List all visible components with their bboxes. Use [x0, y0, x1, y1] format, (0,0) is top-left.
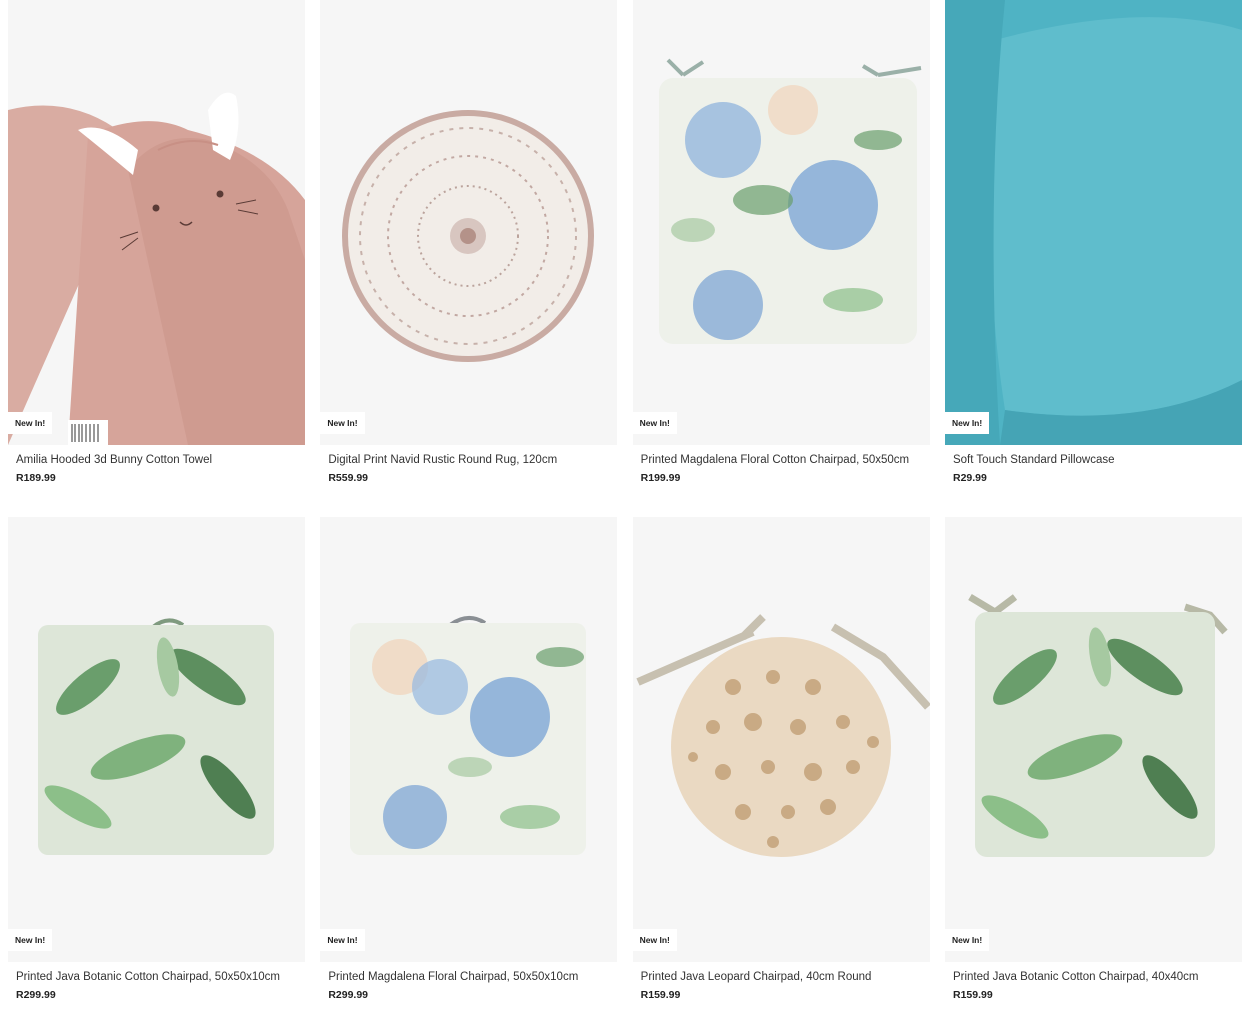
product-price: R299.99	[328, 989, 369, 1001]
product-card[interactable]: New In! Digital Print Navid Rustic Round…	[320, 0, 618, 517]
teal-pillowcase-image	[944, 0, 1242, 445]
product-price: R199.99	[640, 472, 681, 484]
product-price: R299.99	[16, 989, 56, 1001]
product-title[interactable]: Digital Print Navid Rustic Round Rug, 12…	[328, 454, 617, 466]
product-image[interactable]: New In!	[944, 0, 1242, 445]
product-title[interactable]: Printed Java Leopard Chairpad, 40cm Roun…	[641, 971, 930, 983]
product-image[interactable]: New In!	[8, 517, 305, 962]
product-card[interactable]: New In! Printed Magdalena Floral Cotton …	[632, 0, 930, 517]
round-rug-image	[320, 0, 618, 445]
product-price: R559.99	[328, 472, 369, 484]
new-in-badge: New In!	[320, 929, 365, 951]
product-price: R29.99	[952, 472, 987, 484]
product-image[interactable]: New In!	[944, 517, 1242, 962]
product-image[interactable]: New In!	[320, 0, 618, 445]
floral-chairpad-box-image	[320, 517, 618, 962]
new-in-badge: New In!	[944, 929, 990, 951]
product-card[interactable]: New In! Soft Touch Standard Pillowcase R…	[944, 0, 1242, 517]
botanic-chairpad-40-image	[944, 517, 1242, 962]
product-price: R189.99	[16, 472, 56, 484]
product-image[interactable]: New In!	[632, 0, 930, 445]
product-image[interactable]: New In!	[8, 0, 305, 445]
product-title[interactable]: Printed Magdalena Floral Chairpad, 50x50…	[328, 971, 617, 983]
product-title[interactable]: Printed Java Botanic Cotton Chairpad, 50…	[16, 971, 305, 983]
product-card[interactable]: New In! Printed Java Botanic Cotton Chai…	[8, 517, 305, 1034]
leopard-chairpad-image	[632, 517, 930, 962]
product-card[interactable]: New In! Printed Java Botanic Cotton Chai…	[944, 517, 1242, 1034]
product-title[interactable]: Printed Java Botanic Cotton Chairpad, 40…	[953, 971, 1242, 983]
product-card[interactable]: New In! Printed Magdalena Floral Chairpa…	[320, 517, 618, 1034]
product-card[interactable]: New In! Printed Java Leopard Chairpad, 4…	[632, 517, 930, 1034]
product-grid: New In! Amilia Hooded 3d Bunny Cotton To…	[8, 0, 1242, 1034]
bunny-towel-image	[8, 0, 305, 445]
product-price: R159.99	[640, 989, 681, 1001]
product-image[interactable]: New In!	[632, 517, 930, 962]
new-in-badge: New In!	[944, 412, 990, 434]
product-title[interactable]: Soft Touch Standard Pillowcase	[953, 454, 1242, 466]
new-in-badge: New In!	[8, 412, 53, 434]
product-title[interactable]: Printed Magdalena Floral Cotton Chairpad…	[641, 454, 930, 466]
new-in-badge: New In!	[320, 412, 365, 434]
floral-chairpad-image	[632, 0, 930, 445]
product-image[interactable]: New In!	[320, 517, 618, 962]
new-in-badge: New In!	[632, 929, 677, 951]
new-in-badge: New In!	[632, 412, 677, 434]
product-title[interactable]: Amilia Hooded 3d Bunny Cotton Towel	[16, 454, 305, 466]
botanic-chairpad-image	[8, 517, 305, 962]
new-in-badge: New In!	[8, 929, 53, 951]
product-price: R159.99	[952, 989, 993, 1001]
product-card[interactable]: New In! Amilia Hooded 3d Bunny Cotton To…	[8, 0, 305, 517]
